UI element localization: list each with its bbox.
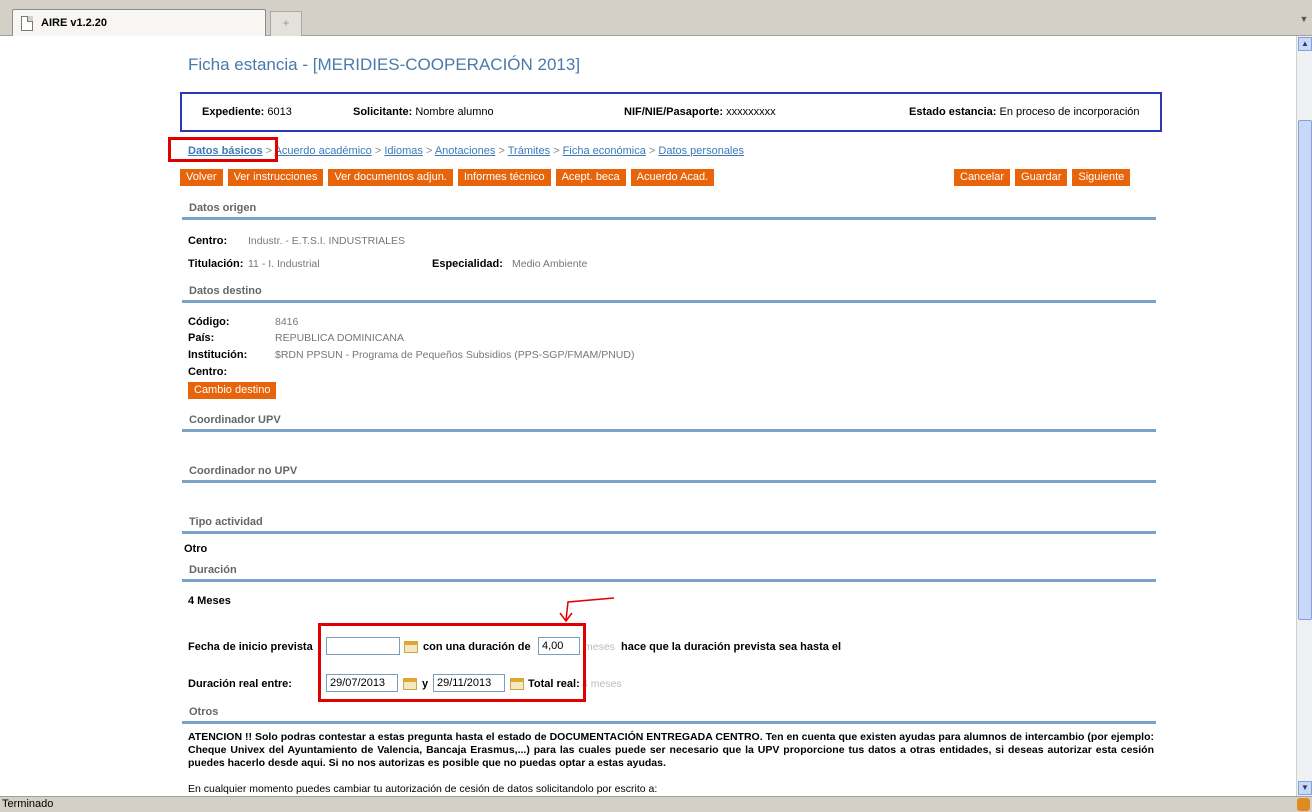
institucion-label: Institución: — [188, 349, 248, 361]
section-datos-destino: Datos destino — [182, 283, 1156, 303]
expediente-field: Expediente: 6013 — [202, 106, 292, 118]
duracion-value: 4 Meses — [188, 595, 231, 607]
duracion-real-label: Duración real entre: — [188, 678, 292, 690]
centro-destino-label: Centro: — [188, 366, 228, 378]
section-otros: Otros — [182, 704, 1156, 724]
cambio-destino-button[interactable]: Cambio destino — [188, 382, 277, 399]
page-icon — [21, 15, 33, 31]
toolbar-left: Volver Ver instrucciones Ver documentos … — [180, 169, 715, 186]
page-content: Ficha estancia - [MERIDIES-COOPERACIÓN 2… — [0, 36, 1296, 796]
siguiente-button[interactable]: Siguiente — [1072, 169, 1131, 186]
breadcrumb-anotaciones[interactable]: Anotaciones — [435, 145, 496, 157]
tab-title: AIRE v1.2.20 — [41, 17, 108, 29]
browser-tabstrip: AIRE v1.2.20 + ▼ — [0, 0, 1312, 36]
acept-beca-button[interactable]: Acept. beca — [555, 169, 626, 186]
volver-button[interactable]: Volver — [180, 169, 223, 186]
tipo-actividad-value: Otro — [184, 543, 208, 555]
new-tab-button[interactable]: + — [270, 11, 302, 36]
titulacion-label: Titulación: — [188, 258, 244, 270]
vertical-scrollbar[interactable]: ▲ ▼ — [1296, 36, 1312, 796]
browser-tab[interactable]: AIRE v1.2.20 — [12, 9, 266, 36]
codigo-label: Código: — [188, 316, 230, 328]
cancelar-button[interactable]: Cancelar — [954, 169, 1011, 186]
red-arrow-annotation — [559, 597, 615, 623]
tab-list-icon[interactable]: ▼ — [1298, 14, 1310, 30]
breadcrumb-ficha-economica[interactable]: Ficha económica — [563, 145, 646, 157]
section-coordinador-no-upv: Coordinador no UPV — [182, 463, 1156, 483]
total-real-value: 4 meses — [582, 678, 622, 690]
section-tipo-actividad: Tipo actividad — [182, 514, 1156, 534]
toolbar-right: Cancelar Guardar Siguiente — [954, 169, 1131, 186]
cesion-datos-text: En cualquier momento puedes cambiar tu a… — [188, 783, 658, 795]
acuerdo-acad-button[interactable]: Acuerdo Acad. — [630, 169, 715, 186]
status-bar: Terminado — [0, 796, 1312, 812]
scroll-down-icon[interactable]: ▼ — [1298, 781, 1312, 795]
centro-origen-label: Centro: — [188, 235, 228, 247]
section-datos-origen: Datos origen — [182, 200, 1156, 220]
especialidad-label: Especialidad: — [432, 258, 503, 270]
hasta-text: hace que la duración prevista sea hasta … — [621, 641, 842, 653]
solicitante-field: Solicitante: Nombre alumno — [353, 106, 494, 118]
centro-origen-value: Industr. - E.T.S.I. INDUSTRIALES — [248, 235, 405, 247]
titulacion-value: 11 - I. Industrial — [248, 258, 320, 270]
atencion-paragraph: ATENCION !! Solo podras contestar a esta… — [188, 731, 1154, 769]
scroll-up-icon[interactable]: ▲ — [1298, 37, 1312, 51]
section-duracion: Duración — [182, 562, 1156, 582]
scroll-thumb[interactable] — [1298, 120, 1312, 620]
pais-label: País: — [188, 332, 215, 344]
ver-instrucciones-button[interactable]: Ver instrucciones — [227, 169, 324, 186]
informes-tecnico-button[interactable]: Informes técnico — [457, 169, 551, 186]
institucion-value: $RDN PPSUN - Programa de Pequeños Subsid… — [275, 349, 635, 361]
breadcrumb-tramites[interactable]: Trámites — [508, 145, 550, 157]
breadcrumb-idiomas[interactable]: Idiomas — [384, 145, 423, 157]
estado-field: Estado estancia: En proceso de incorpora… — [909, 106, 1140, 118]
expediente-info-box: Expediente: 6013 Solicitante: Nombre alu… — [180, 92, 1162, 132]
especialidad-value: Medio Ambiente — [512, 258, 588, 270]
highlight-box-datos-basicos — [168, 137, 278, 162]
pais-value: REPUBLICA DOMINICANA — [275, 332, 404, 344]
nif-field: NIF/NIE/Pasaporte: xxxxxxxxx — [624, 106, 776, 118]
guardar-button[interactable]: Guardar — [1015, 169, 1068, 186]
page-title: Ficha estancia - [MERIDIES-COOPERACIÓN 2… — [188, 55, 581, 74]
highlight-box-duracion — [318, 623, 586, 702]
addon-icon[interactable] — [1297, 798, 1310, 811]
ver-documentos-button[interactable]: Ver documentos adjun. — [328, 169, 453, 186]
fecha-inicio-label: Fecha de inicio prevista — [188, 641, 313, 653]
breadcrumb-datos-personales[interactable]: Datos personales — [658, 145, 744, 157]
codigo-value: 8416 — [275, 316, 299, 328]
meses-text: meses — [584, 641, 615, 653]
status-text: Terminado — [2, 798, 54, 810]
breadcrumb-acuerdo-academico[interactable]: Acuerdo académico — [275, 145, 372, 157]
section-coordinador-upv: Coordinador UPV — [182, 412, 1156, 432]
